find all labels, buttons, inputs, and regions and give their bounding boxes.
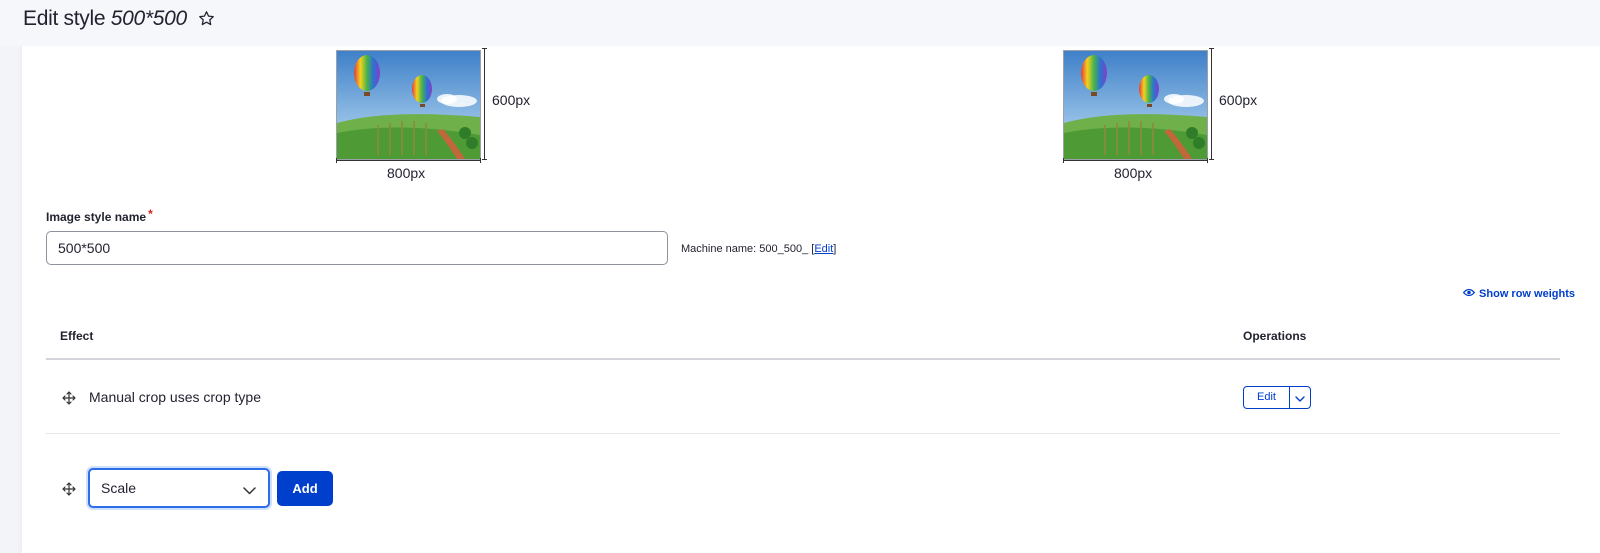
column-header-operations: Operations [1243,329,1307,343]
page-title: Edit style 500*500 [23,7,215,33]
image-style-name-input[interactable] [46,231,668,265]
eye-icon [1462,288,1476,300]
chevron-down-icon [1295,389,1305,407]
preview-image-original [336,50,481,160]
width-label: 800px [1114,165,1153,181]
page-title-prefix: Edit style [23,7,106,30]
width-label: 800px [387,165,426,181]
drag-handle-icon[interactable] [62,482,76,496]
table-header-divider [46,358,1560,360]
width-dimension-line [1063,158,1208,163]
operations-toggle[interactable] [1290,387,1310,408]
star-icon[interactable] [198,9,215,33]
column-header-effect: Effect [60,329,94,343]
label-text: Image style name [46,210,147,224]
height-label: 600px [492,92,531,108]
required-marker: * [148,207,153,221]
machine-name-prefix: Machine name: 500_500_ [ [681,243,815,255]
image-style-name-label: Image style name * [46,207,153,224]
chevron-down-icon [243,482,256,498]
table-row-effect-label: Manual crop uses crop type [89,389,261,405]
height-dimension-line [1209,48,1214,160]
drag-handle-icon[interactable] [62,391,76,405]
page-title-style-name: 500*500 [110,7,187,30]
machine-name-suffix: ] [833,243,837,255]
page-header: Edit style 500*500 [0,0,1600,46]
machine-name-edit-link[interactable]: Edit [814,243,833,255]
edit-effect-button[interactable]: Edit [1244,387,1290,408]
preview-image-derivative [1063,50,1208,160]
new-effect-select-value: Scale [101,480,137,496]
new-effect-select[interactable]: Scale [88,468,270,508]
main-content: 800px 600px 800px 600px Image style name… [22,46,1600,553]
add-effect-button[interactable]: Add [277,471,333,506]
machine-name: Machine name: 500_500_ [Edit] [681,243,836,255]
operations-dropbutton: Edit [1243,386,1311,409]
show-row-weights-link[interactable]: Show row weights [1462,288,1575,300]
table-row-divider [46,433,1560,434]
show-row-weights-label: Show row weights [1479,288,1575,300]
height-dimension-line [482,48,487,160]
height-label: 600px [1219,92,1258,108]
width-dimension-line [336,158,481,163]
